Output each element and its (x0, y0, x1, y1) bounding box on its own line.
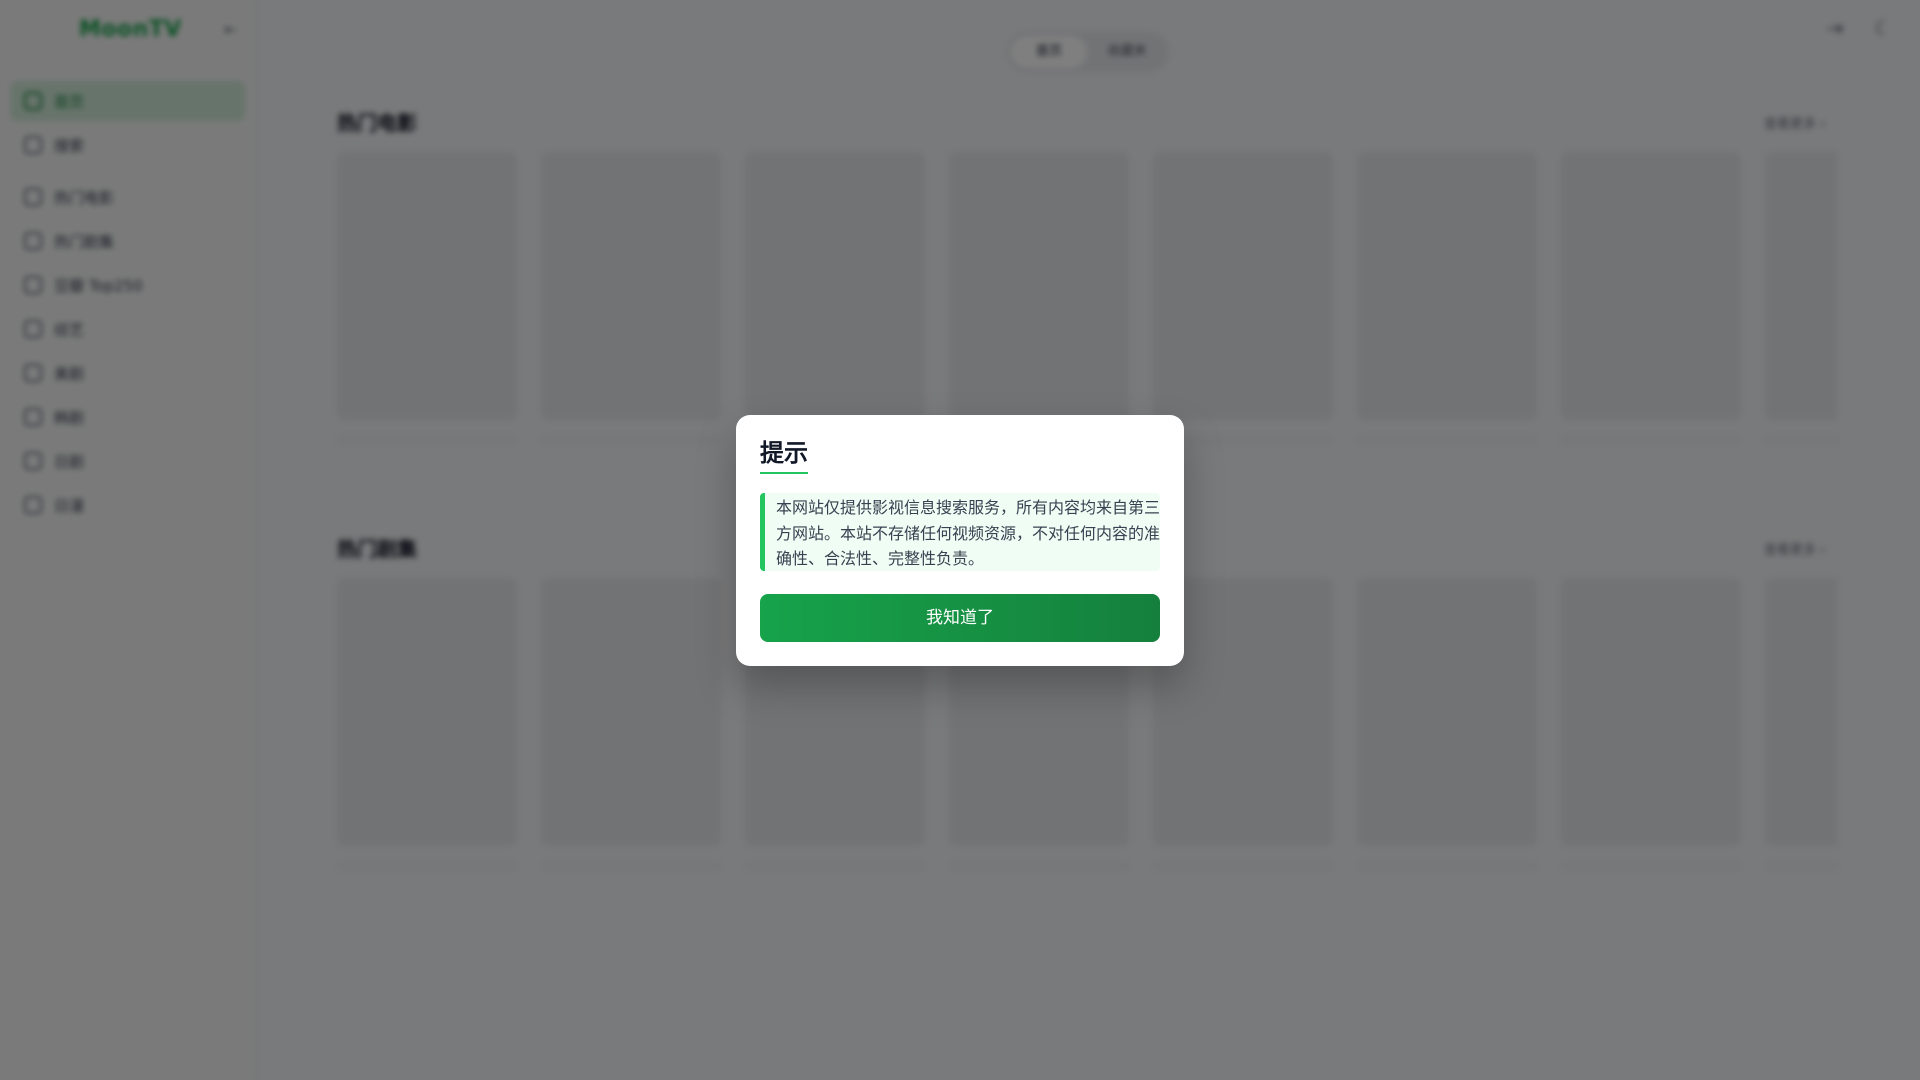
disclaimer-text: 本网站仅提供影视信息搜索服务，所有内容均来自第三方网站。本站不存储任何视频资源，… (760, 493, 1160, 571)
acknowledge-button[interactable]: 我知道了 (760, 594, 1160, 642)
dialog-title: 提示 (760, 437, 808, 474)
notice-dialog: 提示 本网站仅提供影视信息搜索服务，所有内容均来自第三方网站。本站不存储任何视频… (736, 415, 1184, 666)
